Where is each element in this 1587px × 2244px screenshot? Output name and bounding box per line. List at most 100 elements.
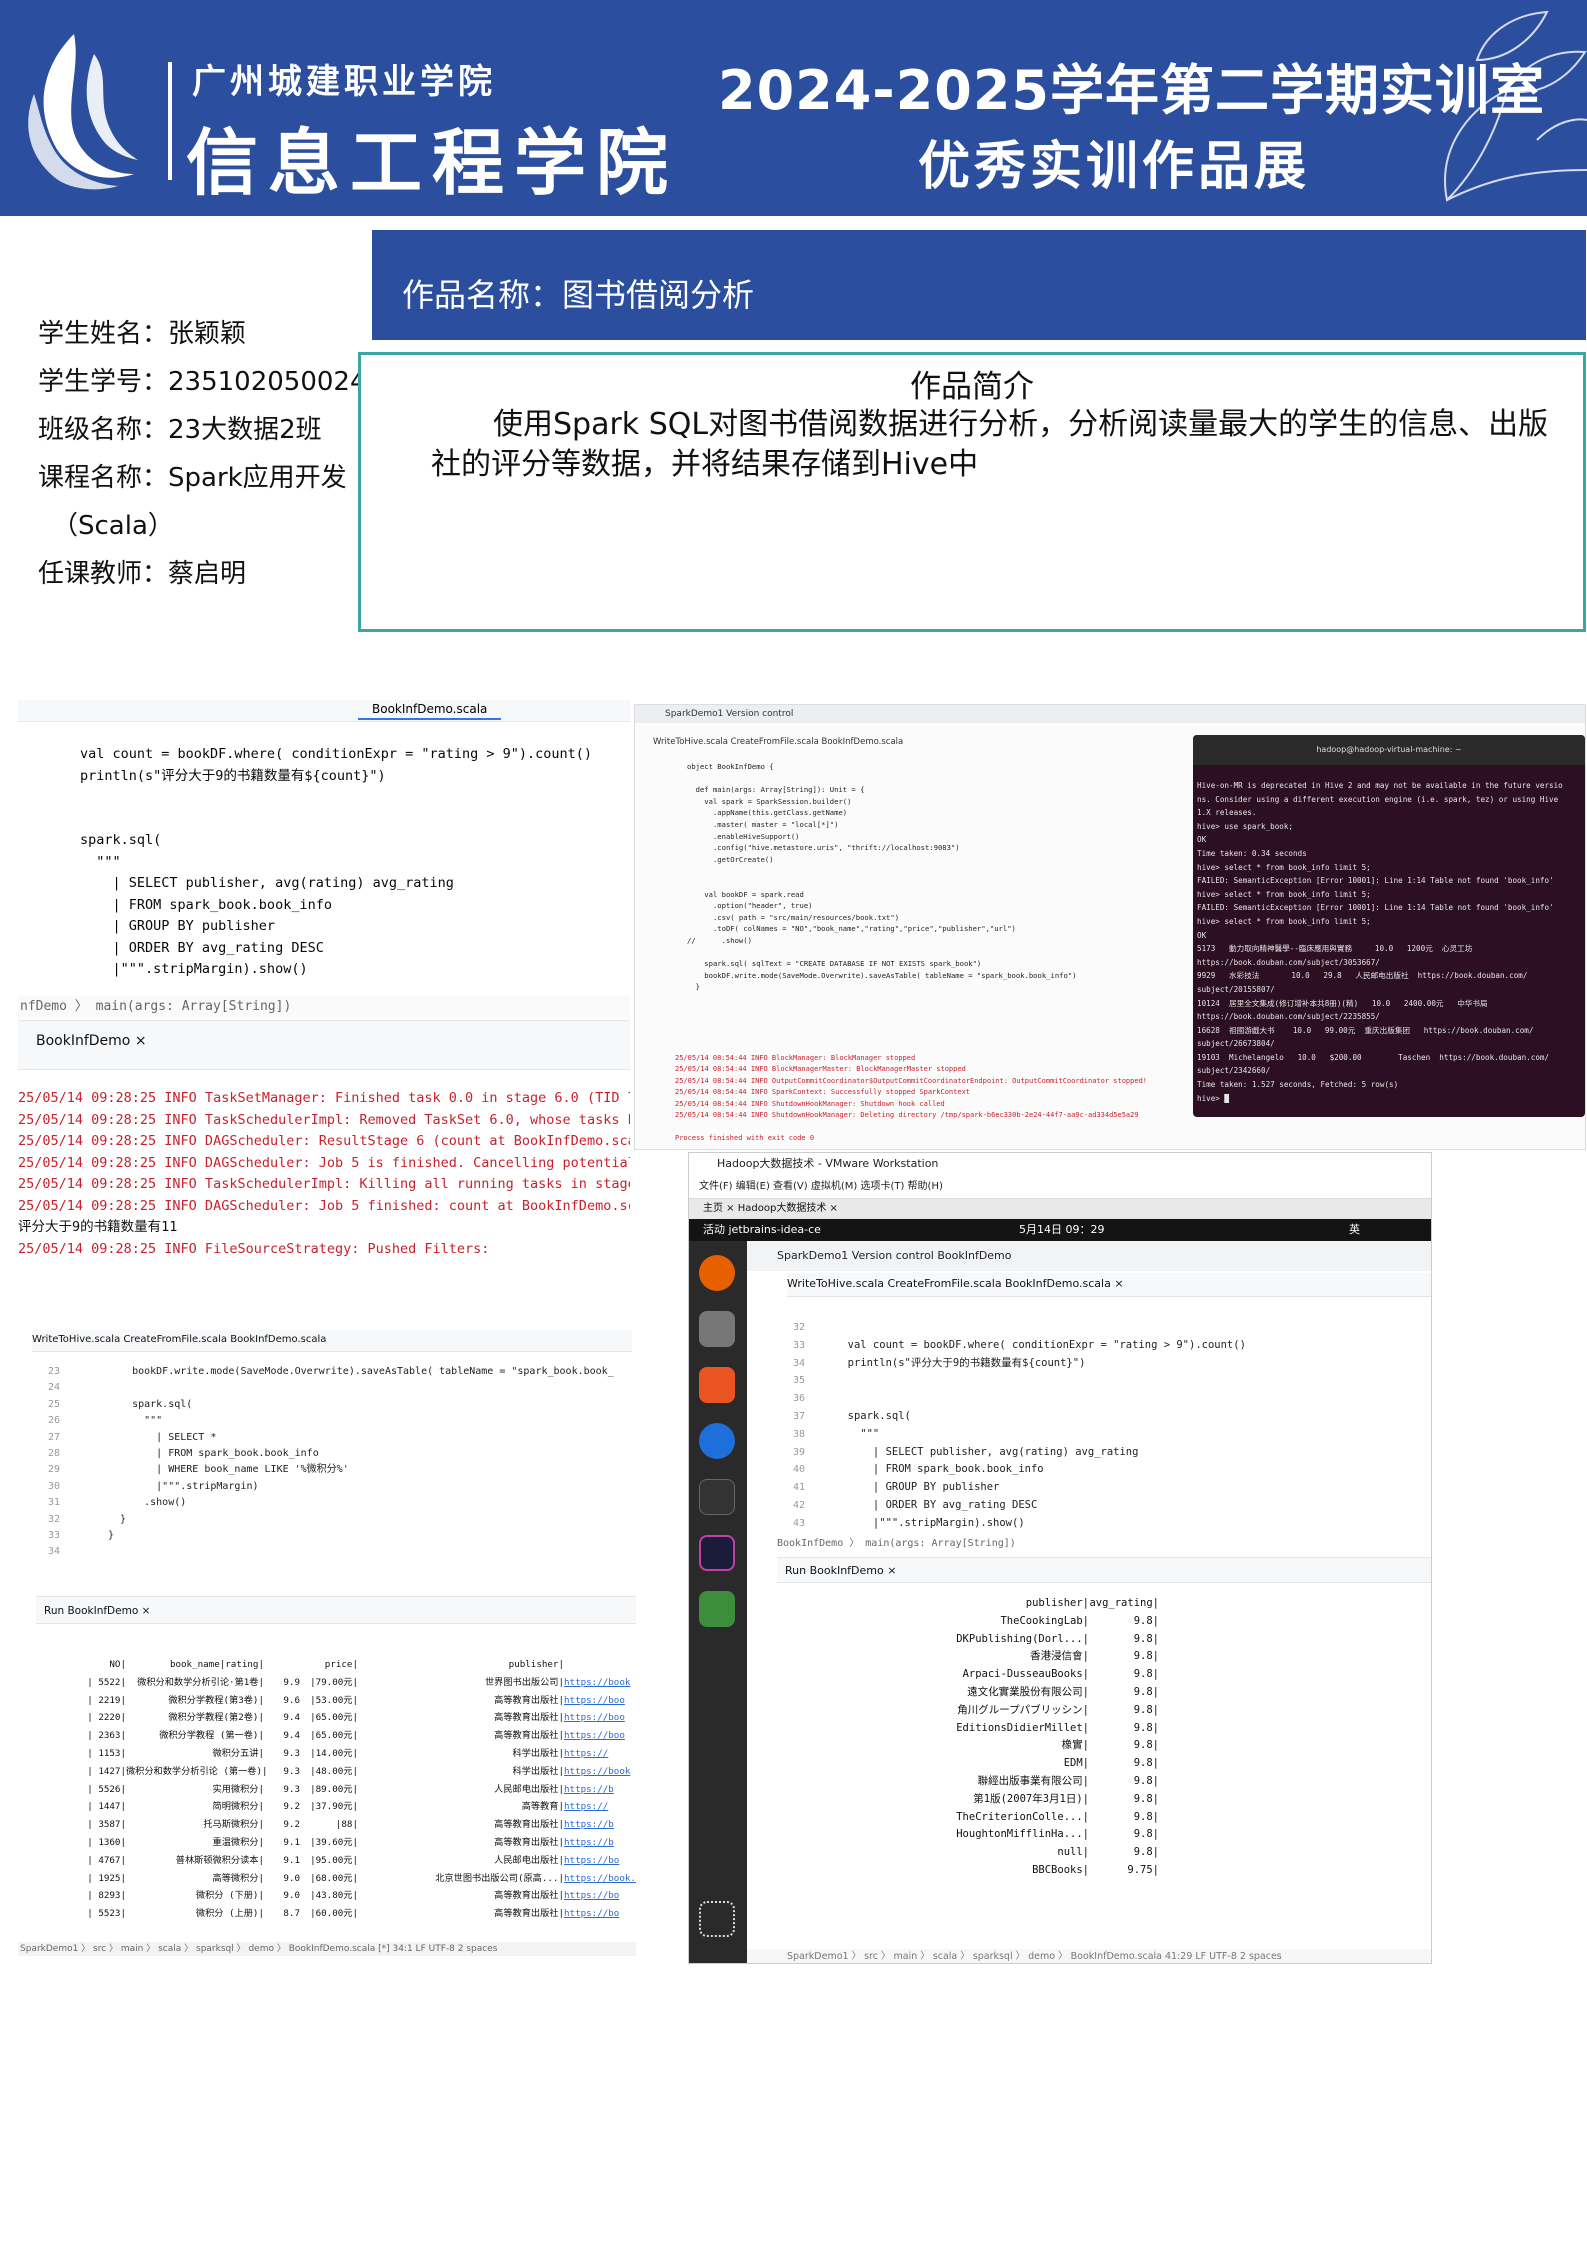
cell-no: | 2220| xyxy=(87,1712,126,1724)
code-block: bookDF.write.mode(SaveMode.Overwrite).sa… xyxy=(108,1364,614,1561)
code-line: spark.sql( xyxy=(80,832,162,848)
cell-publisher: EditionsDidierMillet| xyxy=(956,1721,1089,1734)
code-line: .csv( path = "src/main/resources/book.tx… xyxy=(687,912,900,922)
cell-publisher: 高等教育出版社| xyxy=(494,1712,564,1724)
run-tab[interactable]: Run BookInfDemo × xyxy=(36,1596,636,1624)
screenshot-code-count: BookInfDemo.scala val count = bookDF.whe… xyxy=(18,700,630,1282)
cell-avg-rating: 9.8| xyxy=(1133,1668,1159,1681)
table-row: EditionsDidierMillet| 9.8| xyxy=(833,1720,1173,1738)
terminal-line: 16628 祖國游戲大书 10.0 99.00元 重庆出版集团 https://… xyxy=(1197,1025,1534,1035)
help-icon[interactable] xyxy=(699,1423,735,1459)
cell-url[interactable]: https://bo xyxy=(564,1887,636,1905)
log-line: 25/05/14 09:28:25 INFO DAGScheduler: Res… xyxy=(18,1133,630,1149)
cell-price: |39.60元| xyxy=(310,1836,358,1848)
table-row: | 1153| 微积分五讲| 9.3 |14.00元| 科学出版社| https:// xyxy=(62,1745,636,1763)
code-line: def main(args: Array[String]): Unit = { xyxy=(687,785,865,795)
terminal-icon[interactable] xyxy=(699,1479,735,1515)
gnome-activities[interactable]: 活动 jetbrains-idea-ce xyxy=(703,1219,821,1241)
editor-tabs[interactable]: WriteToHive.scala CreateFromFile.scala B… xyxy=(32,1330,632,1352)
editor-tabs[interactable]: WriteToHive.scala CreateFromFile.scala B… xyxy=(653,735,903,749)
intellij-icon[interactable] xyxy=(699,1535,735,1571)
editor-tabbar: BookInfDemo.scala xyxy=(18,700,630,722)
code-line: spark.sql( xyxy=(108,1398,193,1410)
cell-publisher: 高等教育出版社| xyxy=(494,1694,564,1706)
cell-url[interactable]: https:// xyxy=(564,1798,636,1816)
table-row: | 1925| 高等微积分| 9.0 |68.00元| 北京世图书出版公司(原高...|… xyxy=(62,1870,636,1888)
run-tab[interactable]: Run BookInfDemo × xyxy=(777,1557,1431,1583)
cell-url[interactable]: https://bo xyxy=(564,1905,636,1923)
editor-tabs[interactable]: WriteToHive.scala CreateFromFile.scala B… xyxy=(787,1273,1431,1297)
cell-name: 微积分学教程 (第一卷)| xyxy=(159,1730,264,1742)
gnome-input-method[interactable]: 英 xyxy=(1349,1219,1360,1241)
files-icon[interactable] xyxy=(699,1311,735,1347)
app-center-icon[interactable] xyxy=(699,1367,735,1403)
cell-url[interactable]: https://boo xyxy=(564,1727,636,1745)
cell-url[interactable]: https://b xyxy=(564,1834,636,1852)
tab-bookinfdemo[interactable]: BookInfDemo.scala xyxy=(358,700,502,720)
cell-url[interactable]: https://b xyxy=(564,1816,636,1834)
terminal-line: 10124 居里全文集成(修订增补本共8册)(精) 10.0 2400.00元 … xyxy=(1197,998,1488,1008)
cell-price: |68.00元| xyxy=(310,1872,358,1884)
terminal-line: ns. Consider using a different execution… xyxy=(1197,794,1559,804)
vmware-menubar[interactable]: 文件(F) 编辑(E) 查看(V) 虚拟机(M) 选项卡(T) 帮助(H) xyxy=(689,1175,1431,1199)
show-apps-icon[interactable] xyxy=(699,1901,735,1937)
cell-avg-rating: 9.75| xyxy=(1127,1863,1159,1876)
code-line: .appName(this.getClass.getName) xyxy=(687,808,848,818)
log-line: 25/05/14 08:54:44 INFO BlockManager: Blo… xyxy=(675,1054,916,1062)
terminal-line: Time taken: 1.527 seconds, Fetched: 5 ro… xyxy=(1197,1080,1399,1090)
cell-price: |88| xyxy=(335,1819,358,1831)
cell-name: 普林斯顿微积分读本| xyxy=(175,1854,264,1866)
student-name: 学生姓名：张颖颖 xyxy=(38,319,247,349)
cell-price: |89.00元| xyxy=(310,1783,358,1795)
code-line: | FROM spark_book.book_info xyxy=(835,1463,1044,1476)
terminal-line: hive> select * from book_info limit 5; xyxy=(1197,862,1371,872)
terminal-line: subject/2342660/ xyxy=(1197,1066,1271,1076)
table-row: TheCriterionColle...| 9.8| xyxy=(833,1809,1173,1827)
line-number: 24 xyxy=(48,1382,61,1394)
cell-rating: 9.4 xyxy=(283,1730,300,1742)
cell-no: | 2363| xyxy=(87,1730,126,1742)
cell-publisher: 世界图书出版公司| xyxy=(484,1676,564,1688)
cell-publisher: 高等教育出版社| xyxy=(494,1819,564,1831)
cell-avg-rating: 9.8| xyxy=(1133,1810,1159,1823)
table-row: | 2219| 微积分学教程(第3卷)| 9.6 |53.00元| 高等教育出版社| ht… xyxy=(62,1692,636,1710)
cell-url[interactable]: https://b xyxy=(564,1781,636,1799)
trash-icon[interactable] xyxy=(699,1591,735,1627)
table-body: TheCookingLab| 9.8| DKPublishing(Dorl...| 9… xyxy=(833,1613,1173,1880)
gnome-clock[interactable]: 5月14日 09：29 xyxy=(1019,1219,1105,1241)
table-row: 角川グループパブリッシン| 9.8| xyxy=(833,1702,1173,1720)
result-table: publisher| avg_rating| TheCookingLab| 9.8… xyxy=(833,1595,1173,1880)
cell-url[interactable]: https://boo xyxy=(564,1709,636,1727)
table-row: | 2220| 微积分学教程(第2卷)| 9.4 |65.00元| 高等教育出版社| ht… xyxy=(62,1709,636,1727)
terminal-line: hive> use spark_book; xyxy=(1197,821,1294,831)
cell-publisher: 人民邮电出版社| xyxy=(494,1783,564,1795)
firefox-icon[interactable] xyxy=(699,1255,735,1291)
cell-avg-rating: 9.8| xyxy=(1133,1739,1159,1752)
cell-price: |48.00元| xyxy=(310,1765,358,1777)
col-publisher: publisher| xyxy=(1025,1597,1089,1609)
cell-url[interactable]: https://book xyxy=(564,1763,636,1781)
line-gutter: 32 33 34 35 36 37 38 39 40 41 42 43 xyxy=(793,1319,805,1533)
vmware-tabs[interactable]: 主页 × Hadoop大数据技术 × xyxy=(689,1199,1431,1219)
gnome-dock xyxy=(689,1241,747,1963)
code-block: object BookInfDemo { def main(args: Arra… xyxy=(687,761,1076,993)
cell-url[interactable]: https://boo xyxy=(564,1692,636,1710)
code-block: val count = bookDF.where( conditionExpr … xyxy=(80,744,592,981)
cell-url[interactable]: https://book. xyxy=(564,1870,636,1888)
cell-avg-rating: 9.8| xyxy=(1133,1757,1159,1770)
cell-url[interactable]: https://bo xyxy=(564,1852,636,1870)
cell-url[interactable]: https://book xyxy=(564,1674,636,1692)
cell-url[interactable]: https:// xyxy=(564,1745,636,1763)
table-row: | 5523| 微积分 (上册)| 8.7 |60.00元| 高等教育出版社| https… xyxy=(62,1905,636,1923)
cell-publisher: 遠文化實業股份有限公司| xyxy=(967,1685,1089,1698)
code-line: .toDF( colNames = "NO","book_name","rati… xyxy=(687,924,1016,934)
editor-tabs-label: WriteToHive.scala CreateFromFile.scala B… xyxy=(32,1334,327,1345)
run-tab[interactable]: BookInfDemo × xyxy=(18,1020,630,1070)
cell-publisher: DKPublishing(Dorl...| xyxy=(956,1632,1089,1645)
code-line: } xyxy=(108,1513,127,1525)
cell-rating: 9.4 xyxy=(283,1712,300,1724)
terminal-line: https://book.douban.com/subject/3053667/ xyxy=(1197,957,1380,967)
cell-price: |65.00元| xyxy=(310,1730,358,1742)
line-number: 40 xyxy=(793,1464,806,1476)
